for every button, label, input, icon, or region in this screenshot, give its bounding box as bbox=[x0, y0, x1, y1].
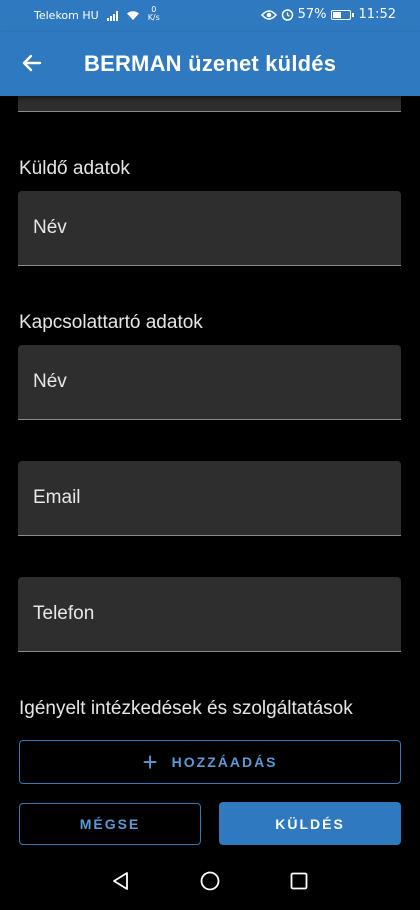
circle-home-icon[interactable] bbox=[199, 870, 221, 892]
system-nav-bar bbox=[0, 852, 420, 910]
services-section-label: Igényelt intézkedések és szolgáltatások bbox=[19, 698, 353, 719]
arrow-left-icon[interactable] bbox=[20, 51, 44, 75]
battery-icon bbox=[330, 9, 354, 20]
contact-email-placeholder: Email bbox=[33, 487, 81, 508]
alarm-icon bbox=[281, 9, 293, 21]
speed-unit: K/s bbox=[147, 12, 160, 22]
status-bar: Telekom HU 0 K/s 57% 11:52 bbox=[0, 0, 420, 32]
eye-icon bbox=[260, 9, 277, 20]
contact-section-label: Kapcsolattartó adatok bbox=[19, 312, 203, 333]
contact-phone-field[interactable]: Telefon bbox=[18, 577, 401, 652]
sender-name-placeholder: Név bbox=[33, 217, 67, 238]
contact-name-field[interactable]: Név bbox=[18, 345, 401, 420]
battery-percent: 57% bbox=[297, 7, 327, 22]
form-content[interactable]: Küldő adatok Név Kapcsolattartó adatok N… bbox=[0, 96, 420, 852]
contact-name-placeholder: Név bbox=[33, 371, 67, 392]
sender-section-label: Küldő adatok bbox=[19, 158, 130, 179]
status-left: Telekom HU 0 K/s bbox=[34, 5, 160, 22]
add-service-button[interactable]: + HOZZÁADÁS bbox=[19, 740, 401, 784]
page-title: BERMAN üzenet küldés bbox=[84, 51, 337, 76]
wifi-icon bbox=[126, 11, 139, 20]
cancel-button[interactable]: MÉGSE bbox=[19, 803, 201, 845]
clock: 11:52 bbox=[358, 7, 396, 22]
signal-icon bbox=[106, 10, 118, 21]
cancel-label: MÉGSE bbox=[79, 816, 141, 832]
send-button[interactable]: KÜLDÉS bbox=[219, 802, 401, 845]
add-service-label: HOZZÁADÁS bbox=[171, 754, 278, 770]
previous-field[interactable] bbox=[18, 96, 401, 112]
plus-icon: + bbox=[142, 747, 158, 777]
contact-phone-placeholder: Telefon bbox=[33, 603, 95, 624]
app-bar: BERMAN üzenet küldés bbox=[0, 32, 420, 96]
contact-email-field[interactable]: Email bbox=[18, 461, 401, 536]
status-right: 57% 11:52 bbox=[260, 7, 396, 22]
screen: Telekom HU 0 K/s 57% 11:52 BERMAN üzenet… bbox=[0, 0, 420, 910]
send-label: KÜLDÉS bbox=[275, 815, 345, 832]
triangle-back-icon[interactable] bbox=[110, 870, 132, 892]
square-recents-icon[interactable] bbox=[288, 870, 310, 892]
sender-name-field[interactable]: Név bbox=[18, 191, 401, 266]
carrier-name: Telekom HU bbox=[34, 9, 99, 22]
network-speed: 0 K/s bbox=[147, 5, 160, 22]
